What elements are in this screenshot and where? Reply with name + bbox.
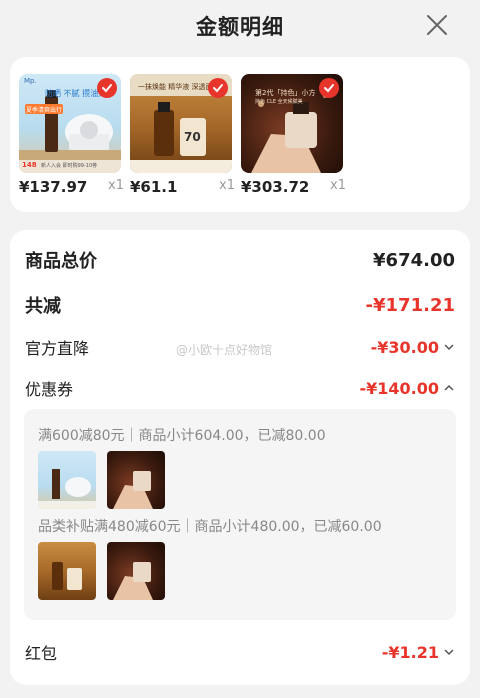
selected-check <box>208 78 228 98</box>
chevron-up-icon[interactable] <box>443 382 455 394</box>
total-price-value: ¥674.00 <box>373 249 455 271</box>
total-price-label: 商品总价 <box>25 251 97 272</box>
coupon-product-thumbnail <box>107 451 165 509</box>
product-item[interactable]: 第2代「持色」小方 持色 CLE 全天候赋美 ¥303.72 x1 <box>241 74 346 196</box>
page-title: 金额明细 <box>196 15 284 39</box>
product-price: ¥137.97 <box>19 178 88 196</box>
check-icon <box>102 84 112 93</box>
coupon-amount: -¥140.00 <box>359 378 439 398</box>
coupon-row[interactable]: 优惠券 -¥140.00 <box>25 376 455 400</box>
product-price: ¥303.72 <box>241 178 310 196</box>
coupon-product-thumbnail <box>38 542 96 600</box>
product-thumbnail: 一抹焕能 精华液 深透面 70 <box>130 74 232 173</box>
product-item[interactable]: 一抹焕能 精华液 深透面 70 ¥61.1 x1 <box>130 74 235 196</box>
product-quantity: x1 <box>108 178 124 193</box>
product-list-card: Mp. 防晒 不腻 攒油无 夏季清爽出行 148 新人入会 即时购99-10券 … <box>10 57 470 212</box>
product-price: ¥61.1 <box>130 178 178 196</box>
discount-total-value: -¥171.21 <box>365 294 455 316</box>
selected-check <box>97 78 117 98</box>
red-packet-label: 红包 <box>25 644 58 663</box>
product-item[interactable]: Mp. 防晒 不腻 攒油无 夏季清爽出行 148 新人入会 即时购99-10券 … <box>19 74 124 196</box>
chevron-down-icon[interactable] <box>443 646 455 658</box>
coupon-product-thumbnail <box>107 542 165 600</box>
coupon-detail-text: 品类补贴满480减60元｜商品小计480.00，已减60.00 <box>38 519 382 535</box>
check-icon <box>213 84 223 93</box>
coupon-detail-text: 满600减80元｜商品小计604.00，已减80.00 <box>38 428 326 444</box>
header: 金额明细 <box>0 0 480 52</box>
selected-check <box>319 78 339 98</box>
official-discount-amount: -¥30.00 <box>370 337 439 357</box>
discount-total-label: 共减 <box>25 296 61 317</box>
thumb-badge-text: 夏季清爽出行 <box>26 107 63 114</box>
product-quantity: x1 <box>330 178 346 193</box>
official-discount-value: -¥30.00 <box>371 338 455 357</box>
thumb-price-text: 148 <box>22 161 37 169</box>
close-icon[interactable] <box>424 12 450 38</box>
thumb-badge-text: 70 <box>184 130 201 144</box>
chevron-down-icon[interactable] <box>443 341 455 353</box>
coupon-label: 优惠券 <box>25 380 74 399</box>
product-thumbnail: 第2代「持色」小方 持色 CLE 全天候赋美 <box>241 74 343 173</box>
coupon-value: -¥140.00 <box>359 379 455 398</box>
product-thumbnail: Mp. 防晒 不腻 攒油无 夏季清爽出行 148 新人入会 即时购99-10券 <box>19 74 121 173</box>
thumb-brand-text: Mp. <box>24 77 37 85</box>
thumb-banner-text: 第2代「持色」小方 <box>255 89 316 97</box>
amount-summary-card: 商品总价 ¥674.00 共减 -¥171.21 官方直降 -¥30.00 优惠… <box>10 230 470 685</box>
thumb-subtitle-text: 持色 CLE 全天候赋美 <box>255 99 303 105</box>
coupon-product-thumbnail <box>38 451 96 509</box>
watermark: @小欧十点好物馆 <box>176 343 273 357</box>
red-packet-row[interactable]: 红包 -¥1.21 <box>25 640 455 664</box>
product-quantity: x1 <box>219 178 235 193</box>
discount-total-row: 共减 -¥171.21 <box>25 292 455 318</box>
coupon-detail-panel: 满600减80元｜商品小计604.00，已减80.00 品类补贴满480减60元… <box>24 409 456 620</box>
official-discount-label: 官方直降 <box>25 339 90 358</box>
red-packet-value: -¥1.21 <box>382 643 455 662</box>
thumb-promo-text: 新人入会 即时购99-10券 <box>41 163 98 169</box>
thumb-banner-text: 一抹焕能 精华液 深透面 <box>138 83 213 91</box>
red-packet-amount: -¥1.21 <box>381 642 439 662</box>
total-price-row: 商品总价 ¥674.00 <box>25 247 455 273</box>
check-icon <box>324 84 334 93</box>
